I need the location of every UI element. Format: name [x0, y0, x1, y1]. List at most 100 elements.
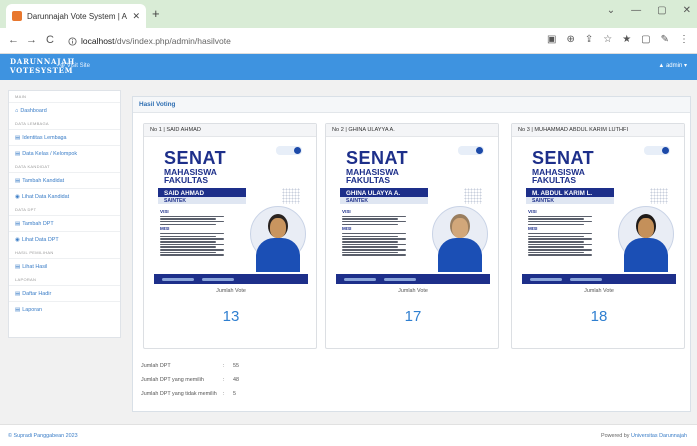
- back-icon[interactable]: ←: [8, 34, 19, 46]
- poster-text-line: [342, 246, 398, 248]
- poster-title: SENAT: [532, 148, 595, 168]
- url-input[interactable]: localhost/dvs/index.php/admin/hasilvote: [68, 32, 548, 50]
- bookmark-star-icon[interactable]: ☆: [603, 34, 612, 45]
- poster-text-line: [528, 235, 584, 238]
- forward-icon[interactable]: →: [26, 34, 37, 46]
- sidepanel-icon[interactable]: ▢: [641, 34, 650, 45]
- stat-row: Jumlah DPT yang memilih: 48: [141, 373, 239, 387]
- sidebar-item-dashboard[interactable]: ⌂ Dashboard: [9, 102, 120, 118]
- poster-text-line: [160, 235, 216, 238]
- powered-by: Powered by Universitas Darunnajah: [601, 433, 687, 439]
- url-host: localhost: [81, 36, 115, 46]
- sidebar-section-header: LAPORAN: [15, 277, 37, 282]
- photo-body: [256, 238, 300, 272]
- list-icon: ▤: [15, 290, 21, 297]
- visi-heading: VISI: [342, 209, 351, 214]
- university-logo: [276, 146, 302, 155]
- tab-close-icon[interactable]: ✕: [132, 11, 140, 22]
- vote-label: Jumlah Vote: [584, 288, 614, 294]
- sidebar-item-lihat-data-kandidat[interactable]: ◉ Lihat Data Kandidat: [9, 188, 120, 204]
- close-window-icon[interactable]: ✕: [683, 5, 691, 16]
- poster-text-line: [528, 251, 584, 254]
- restore-icon[interactable]: ▢: [657, 5, 666, 16]
- stat-colon: :: [223, 363, 225, 369]
- site-info-icon[interactable]: [68, 36, 77, 46]
- sidebar-item-laporan[interactable]: ▤ Laporan: [9, 301, 120, 317]
- social-handle: [162, 277, 194, 281]
- sidebar-item-label: Lihat Hasil: [22, 263, 48, 270]
- poster-text-line: [160, 254, 225, 256]
- vote-count: 17: [404, 308, 422, 325]
- sidebar-item-label: Lihat Data Kandidat: [21, 193, 70, 200]
- minimize-icon[interactable]: —: [631, 5, 641, 16]
- poster-candidate-name: M. ABDUL KARIM L.: [526, 188, 614, 197]
- reload-icon[interactable]: C: [46, 34, 54, 46]
- user-menu[interactable]: ▲ admin ▾: [658, 62, 687, 69]
- list-icon: ▤: [15, 306, 21, 313]
- stat-value: 48: [233, 377, 239, 383]
- url-path: /dvs/index.php/admin/hasilvote: [114, 36, 231, 46]
- sidebar-item-tambah-dpt[interactable]: ▤ Tambah DPT: [9, 215, 120, 231]
- sidebar-item-tambah-kandidat[interactable]: ▤ Tambah Kandidat: [9, 172, 120, 188]
- user-icon: ▲: [658, 63, 666, 69]
- poster-title: SENAT: [164, 148, 227, 168]
- sidebar-section-header: HASIL PEMILIHAN: [15, 250, 54, 255]
- caret-down-icon: ▾: [682, 63, 687, 69]
- zoom-icon[interactable]: ⊕: [566, 34, 574, 45]
- tab-search-icon[interactable]: ⌄: [607, 5, 615, 16]
- poster-text-line: [342, 254, 407, 256]
- poster-text-line: [528, 232, 593, 235]
- poster-text-line: [160, 220, 225, 223]
- extensions-icon[interactable]: ★: [622, 34, 631, 45]
- poster-text-line: [342, 235, 398, 238]
- poster-footer: [336, 274, 490, 284]
- poster-text-line: [528, 215, 593, 218]
- copyright: © Supradi Panggabean 2023: [8, 433, 78, 439]
- sidebar-item-label: Dashboard: [20, 107, 47, 114]
- sidebar-section-header: DATA KANDIDAT: [15, 164, 50, 169]
- university-logo: [644, 146, 670, 155]
- seal-icon: [476, 147, 483, 154]
- new-tab-icon[interactable]: +: [152, 6, 160, 21]
- sidebar-item-lihat-hasil[interactable]: ▤ Lihat Hasil: [9, 258, 120, 274]
- visi-misi: VISI MISI: [160, 208, 230, 257]
- vote-count: 13: [222, 308, 240, 325]
- profile-icon[interactable]: ✎: [661, 34, 669, 45]
- photo-body: [438, 238, 482, 272]
- powered-prefix: Powered by: [601, 433, 630, 439]
- favicon-icon: [12, 11, 22, 21]
- poster-candidate-name: GHINA ULAYYA A.: [340, 188, 428, 197]
- poster-footer: [522, 274, 676, 284]
- sidebar-item-identitas-lembaga[interactable]: ▤ Identitas Lembaga: [9, 129, 120, 145]
- poster-text-line: [528, 254, 593, 256]
- browser-tab[interactable]: Darunnajah Vote System | Admi ✕: [6, 4, 146, 28]
- candidate-poster: SENAT MAHASISWA FAKULTAS M. ABDUL KARIM L. S…: [522, 140, 676, 284]
- list-icon: ▤: [15, 263, 21, 270]
- visi-misi: VISI MISI: [342, 208, 412, 257]
- translate-icon[interactable]: ▣: [547, 34, 556, 45]
- menu-icon[interactable]: ⋮: [679, 34, 689, 45]
- sidebar-item-daftar-hadir[interactable]: ▤ Daftar Hadir: [9, 285, 120, 301]
- candidate-card: No 3 | MUHAMMAD ABDUL KARIM LUTHFI SENAT M…: [511, 123, 685, 349]
- window-controls: ⌄ — ▢ ✕: [607, 5, 691, 16]
- seal-icon: [662, 147, 669, 154]
- sidebar-item-data-kelas-kelompok[interactable]: ▤ Data Kelas / Kelompok: [9, 145, 120, 161]
- candidate-poster: SENAT MAHASISWA FAKULTAS SAID AHMAD SAINTEK V…: [154, 140, 308, 284]
- poster-text-line: [160, 232, 225, 235]
- photo-body: [624, 238, 668, 272]
- poster-subtitle: MAHASISWA FAKULTAS: [346, 168, 399, 185]
- globe-icon: ⊕: [60, 63, 67, 69]
- poster-text-line: [342, 232, 407, 235]
- social-handle: [384, 277, 416, 281]
- social-handle: [570, 277, 602, 281]
- sidebar-item-lihat-data-dpt[interactable]: ◉ Lihat Data DPT: [9, 231, 120, 247]
- home-icon: ⌂: [15, 107, 19, 114]
- share-icon[interactable]: ⇪: [585, 34, 593, 45]
- social-handle: [344, 277, 376, 281]
- stat-label: Jumlah DPT: [141, 363, 171, 369]
- visit-site-link[interactable]: ⊕ Visit Site: [60, 62, 90, 69]
- poster-text-line: [160, 215, 225, 218]
- powered-by-link[interactable]: Universitas Darunnajah: [631, 433, 687, 439]
- university-logo: [458, 146, 484, 155]
- poster-text-line: [528, 243, 593, 246]
